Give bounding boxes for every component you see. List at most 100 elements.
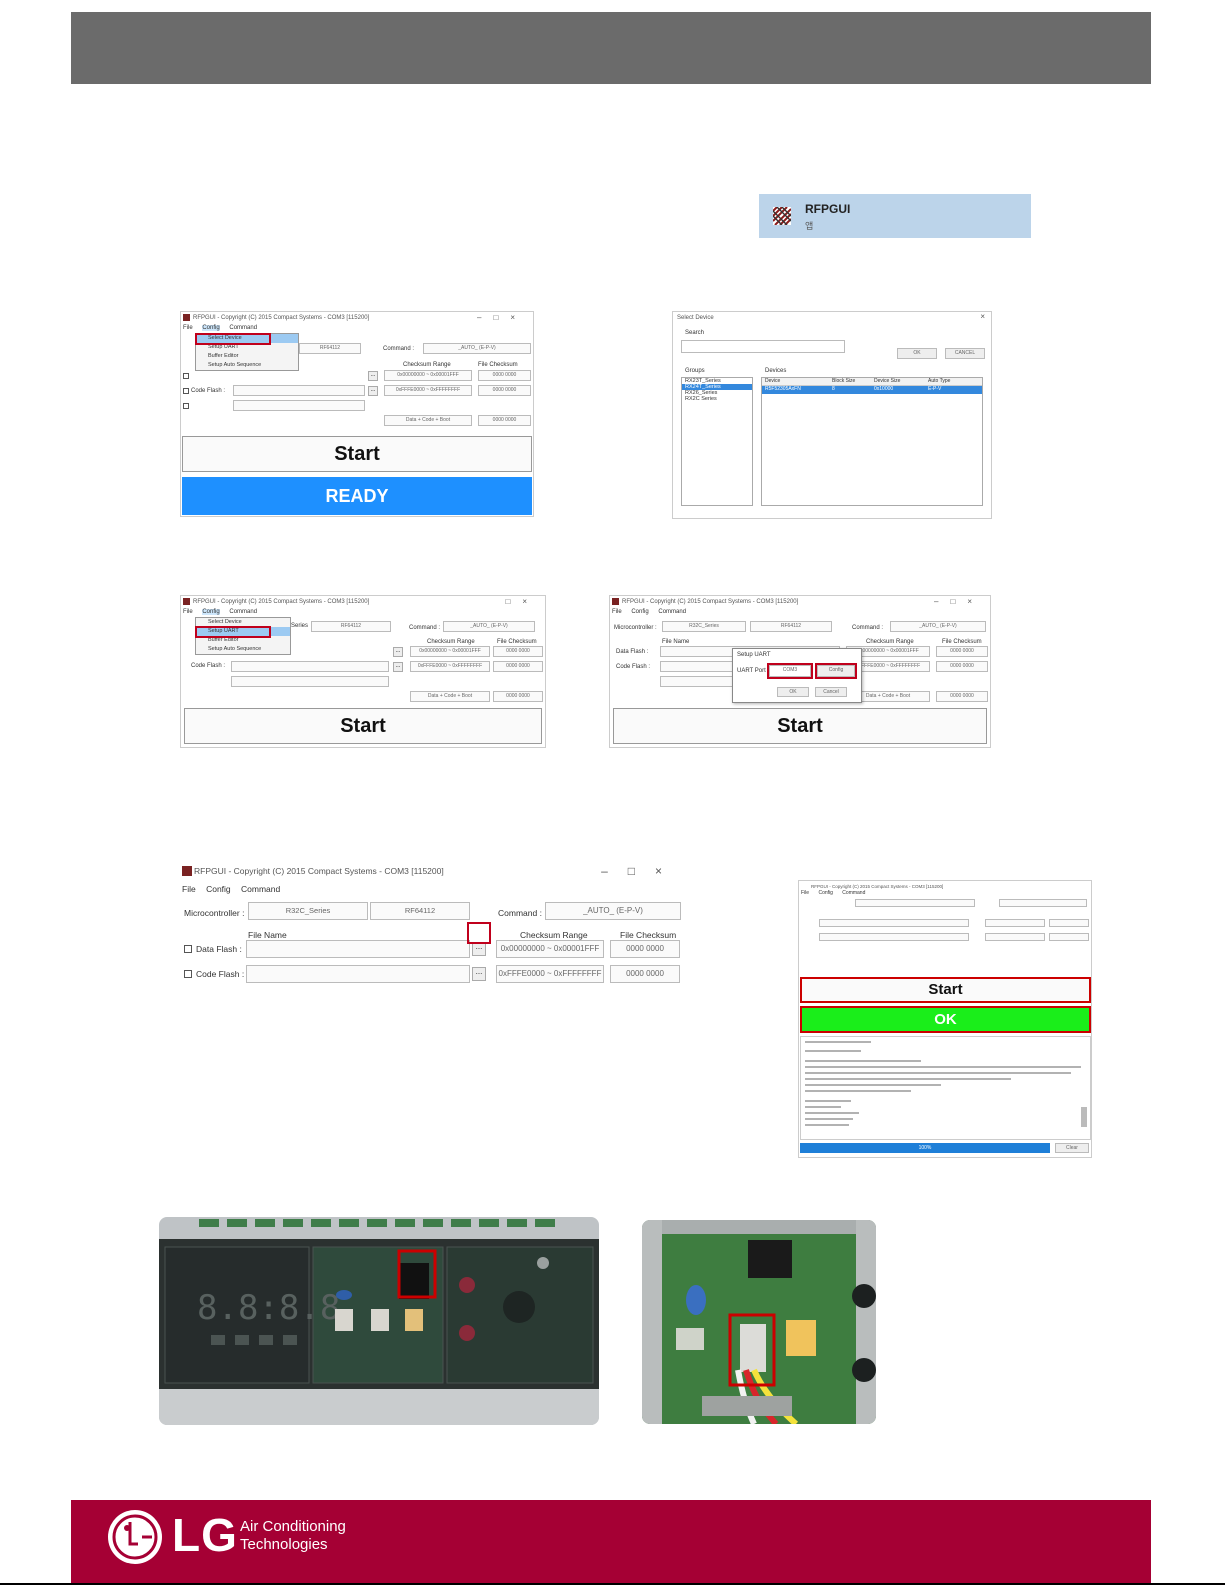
data-flash-label: Data Flash :	[616, 649, 649, 655]
menu-bar: File Config Command	[183, 325, 265, 331]
photo-controller-board: 8.8:8.8	[159, 1217, 599, 1425]
rfpgui-app-tile[interactable]: RFPGUI 앱	[759, 194, 1031, 238]
code-flash-file[interactable]	[233, 385, 365, 396]
data-flash-browse-button[interactable]: ...	[472, 942, 486, 956]
window-controls[interactable]: –□×	[934, 596, 984, 608]
menu-command[interactable]: Command	[658, 609, 686, 615]
highlight-select-device	[195, 333, 271, 345]
ok-button[interactable]: OK	[897, 348, 937, 359]
window-controls[interactable]: □×	[505, 596, 539, 608]
group-item[interactable]: RX2C Series	[682, 396, 752, 402]
col-block-size[interactable]: Block Size	[832, 378, 874, 385]
menu-config[interactable]: Config	[631, 609, 648, 615]
menu-item-setup-auto-sequence[interactable]: Setup Auto Sequence	[196, 361, 298, 370]
mini-field	[985, 919, 1045, 927]
menu-config[interactable]: Config	[202, 609, 220, 615]
code-flash-browse-button[interactable]: ...	[472, 967, 486, 981]
data-flash-range: 0x00000000 ~ 0x00001FFF	[496, 940, 604, 958]
search-input[interactable]	[681, 340, 845, 353]
menu-config[interactable]: Config	[818, 890, 832, 896]
status-ok-bar: OK	[800, 1006, 1091, 1033]
svg-text:8.8:8.8: 8.8:8.8	[197, 1288, 340, 1328]
start-button[interactable]: Start	[800, 977, 1091, 1003]
mini-field	[985, 933, 1045, 941]
data-flash-file[interactable]	[246, 940, 470, 958]
window-controls[interactable]: –□×	[477, 312, 527, 324]
screenshot-file-browse: RFPGUI - Copyright (C) 2015 Compact Syst…	[180, 862, 688, 989]
extra-checkbox[interactable]	[183, 403, 189, 409]
cancel-button[interactable]: CANCEL	[945, 348, 985, 359]
col-device[interactable]: Device	[762, 378, 832, 385]
data-flash-checkbox[interactable]	[184, 945, 192, 953]
mini-field	[1049, 933, 1089, 941]
code-flash-browse-button[interactable]: ...	[393, 662, 403, 672]
command-field[interactable]: _AUTO_ (E-P-V)	[890, 621, 986, 632]
code-flash-label: Code Flash :	[191, 388, 226, 394]
data-flash-browse-button[interactable]: ...	[393, 647, 403, 657]
photo-connector-closeup	[642, 1220, 876, 1424]
device-name-field: RF64112	[299, 343, 361, 354]
screenshot-select-device-dialog: Select Device × Search OK CANCEL Groups …	[672, 311, 992, 519]
app-icon	[612, 598, 619, 605]
window-controls[interactable]: –□×	[601, 862, 682, 880]
code-flash-file[interactable]	[246, 965, 470, 983]
data-flash-browse-button[interactable]: ...	[368, 371, 378, 381]
extra-file[interactable]	[233, 400, 365, 411]
close-icon[interactable]: ×	[980, 312, 985, 321]
code-flash-checksum: 0000 0000	[493, 661, 543, 672]
screenshot-config-select-device: RFPGUI - Copyright (C) 2015 Compact Syst…	[180, 311, 534, 517]
code-flash-checkbox[interactable]	[184, 970, 192, 978]
menu-item-setup-auto-sequence[interactable]: Setup Auto Sequence	[196, 645, 290, 654]
command-field[interactable]: _AUTO_ (E-P-V)	[443, 621, 535, 632]
col-device-size[interactable]: Device Size	[874, 378, 928, 385]
menu-file[interactable]: File	[801, 890, 809, 896]
checksum-range-header: Checksum Range	[520, 930, 588, 940]
menu-config[interactable]: Config	[206, 884, 231, 894]
command-field[interactable]: _AUTO_ (E-P-V)	[545, 902, 681, 920]
menu-file[interactable]: File	[182, 884, 196, 894]
menu-command[interactable]: Command	[241, 884, 280, 894]
menu-command[interactable]: Command	[229, 609, 257, 615]
table-row[interactable]: R5F52305AxFN 8 0x10000 E-P-V	[762, 386, 982, 394]
progress-bar: 100%	[800, 1143, 1050, 1153]
log-area	[800, 1036, 1091, 1140]
uart-cancel-button[interactable]: Cancel	[815, 687, 847, 697]
code-flash-browse-button[interactable]: ...	[368, 386, 378, 396]
device-name-field: RF64112	[370, 902, 470, 920]
controller-board-image: 8.8:8.8	[159, 1217, 599, 1425]
code-flash-label: Code Flash :	[191, 663, 226, 669]
start-button[interactable]: Start	[613, 708, 987, 744]
menu-file[interactable]: File	[183, 609, 193, 615]
extra-checksum: 0000 0000	[493, 691, 543, 702]
device-name-field: RF64112	[311, 621, 391, 632]
code-flash-label: Code Flash :	[196, 969, 245, 979]
code-flash-file[interactable]	[231, 661, 389, 672]
start-button[interactable]: Start	[182, 436, 532, 472]
extra-file[interactable]	[231, 676, 389, 687]
checksum-range-header: Checksum Range	[866, 639, 914, 645]
window-title: RFPGUI - Copyright (C) 2015 Compact Syst…	[610, 596, 990, 608]
menu-file[interactable]: File	[612, 609, 622, 615]
extra-range: Data + Code + Boot	[384, 415, 472, 426]
data-flash-label: Data Flash :	[196, 944, 242, 954]
devices-table: Device Block Size Device Size Auto Type …	[761, 377, 983, 506]
data-flash-checkbox[interactable]	[183, 373, 189, 379]
col-auto-type[interactable]: Auto Type	[928, 378, 978, 385]
dialog-title: Select Device	[677, 315, 714, 321]
start-button[interactable]: Start	[184, 708, 542, 744]
menu-command[interactable]: Command	[229, 325, 257, 331]
menu-file[interactable]: File	[183, 325, 193, 331]
menu-item-buffer-editor[interactable]: Buffer Editor	[196, 352, 298, 361]
mini-field	[855, 899, 975, 907]
menu-config[interactable]: Config	[202, 325, 220, 331]
command-field[interactable]: _AUTO_ (E-P-V)	[423, 343, 531, 354]
menu-command[interactable]: Command	[842, 890, 865, 896]
rfpgui-app-title: RFPGUI	[805, 202, 851, 216]
clear-button[interactable]: Clear	[1055, 1143, 1089, 1153]
mini-field	[999, 899, 1087, 907]
code-flash-checkbox[interactable]	[183, 388, 189, 394]
header-banner	[71, 12, 1151, 84]
connector-closeup-image	[642, 1220, 876, 1424]
brand-tagline: Air Conditioning Technologies	[240, 1518, 346, 1554]
uart-ok-button[interactable]: OK	[777, 687, 809, 697]
